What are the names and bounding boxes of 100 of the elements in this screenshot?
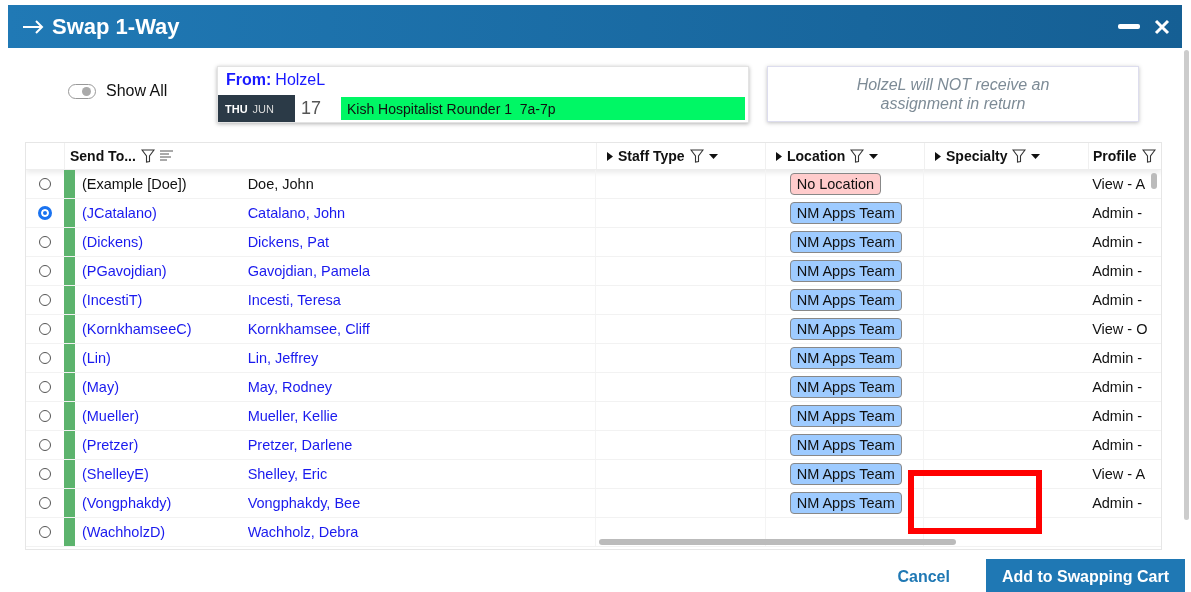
shift-bar: Kish Hospitalist Rounder 1 7a-7p (341, 97, 745, 120)
username-cell[interactable]: (Mueller) (81, 408, 140, 424)
column-header[interactable]: Send To... (70, 148, 136, 164)
name-cell: Doe, John (247, 176, 314, 192)
scrollbar[interactable] (1184, 50, 1189, 520)
scrollbar[interactable] (599, 539, 956, 545)
username-cell[interactable]: (IncestiT) (81, 292, 143, 308)
username-cell[interactable]: (ShelleyE) (81, 466, 149, 482)
profile-cell: Admin - (1092, 350, 1143, 366)
profile-cell: Admin - (1092, 379, 1143, 395)
dropdown-caret-icon[interactable] (1031, 153, 1041, 159)
column-header[interactable]: Staff Type (618, 148, 685, 164)
name-cell[interactable]: Mueller, Kellie (247, 408, 338, 424)
username-cell[interactable]: (Vongphakdy) (81, 495, 172, 511)
radio-button[interactable] (38, 236, 51, 248)
profile-cell: View - A (1092, 176, 1146, 192)
profile-cell: Admin - (1092, 437, 1143, 453)
name-cell[interactable]: Shelley, Eric (247, 466, 328, 482)
location-tag: NM Apps Team (789, 347, 902, 369)
radio-button[interactable] (38, 381, 51, 393)
radio-button[interactable] (38, 178, 51, 190)
month-label: JUN (252, 102, 274, 115)
profile-cell: View - A (1092, 466, 1146, 482)
radio-button[interactable] (38, 526, 51, 538)
location-tag: NM Apps Team (789, 260, 902, 282)
username-cell[interactable]: (May) (81, 379, 119, 395)
location-tag: NM Apps Team (789, 434, 902, 456)
name-cell[interactable]: Incesti, Teresa (247, 292, 341, 308)
minimize-icon[interactable] (1118, 23, 1140, 30)
column-header[interactable]: Specialty (946, 148, 1008, 164)
add-to-cart-button[interactable]: Add to Swapping Cart (985, 559, 1185, 592)
location-tag: NM Apps Team (789, 202, 902, 224)
column-header[interactable]: Profile (1093, 148, 1137, 164)
filter-icon[interactable] (1141, 149, 1156, 163)
filter-icon[interactable] (850, 149, 865, 163)
from-user: HolzeL (275, 71, 326, 90)
expand-triangle-icon[interactable] (776, 151, 782, 161)
status-stripe (63, 431, 75, 459)
profile-cell: Admin - (1092, 495, 1143, 511)
status-stripe (63, 170, 75, 198)
name-cell[interactable]: May, Rodney (247, 379, 332, 395)
radio-button[interactable] (38, 439, 51, 451)
radio-button[interactable] (37, 206, 52, 220)
radio-button[interactable] (38, 352, 51, 364)
username-cell[interactable]: (Lin) (81, 350, 111, 366)
username-cell[interactable]: (WachholzD) (81, 524, 166, 540)
name-cell[interactable]: Wachholz, Debra (247, 524, 359, 540)
username-cell: (Example [Doe]) (81, 176, 187, 192)
status-stripe (63, 286, 75, 314)
dropdown-caret-icon[interactable] (869, 153, 879, 159)
username-cell[interactable]: (Dickens) (81, 234, 144, 250)
arrow-right-icon (22, 19, 44, 34)
profile-cell: Admin - (1092, 292, 1143, 308)
radio-button[interactable] (38, 410, 51, 422)
name-cell[interactable]: Catalano, John (247, 205, 346, 221)
name-cell[interactable]: Gavojdian, Pamela (247, 263, 371, 279)
username-cell[interactable]: (Pretzer) (81, 437, 139, 453)
scrollbar[interactable] (1151, 173, 1157, 189)
radio-button[interactable] (38, 265, 51, 277)
from-label: From: (226, 71, 272, 90)
filter-icon[interactable] (1012, 149, 1027, 163)
cancel-button[interactable]: Cancel (891, 567, 956, 587)
status-stripe (63, 199, 75, 227)
name-cell[interactable]: Vongphakdy, Bee (247, 495, 361, 511)
status-stripe (63, 228, 75, 256)
column-header[interactable]: Location (787, 148, 846, 164)
location-tag: NM Apps Team (789, 376, 902, 398)
name-cell[interactable]: Pretzer, Darlene (247, 437, 353, 453)
dropdown-caret-icon[interactable] (708, 153, 718, 159)
status-stripe (63, 257, 75, 285)
filter-icon[interactable] (140, 149, 155, 163)
status-stripe (63, 460, 75, 488)
radio-button[interactable] (38, 497, 51, 509)
profile-cell: Admin - (1092, 263, 1143, 279)
location-tag: NM Apps Team (789, 289, 902, 311)
status-stripe (63, 489, 75, 517)
radio-button[interactable] (38, 468, 51, 480)
show-all-label: Show All (106, 82, 168, 100)
profile-cell: Admin - (1092, 408, 1143, 424)
username-cell[interactable]: (KornkhamseeC) (81, 321, 192, 337)
status-stripe (63, 402, 75, 430)
name-cell[interactable]: Kornkhamsee, Cliff (247, 321, 370, 337)
weekday-label: THU (225, 102, 248, 115)
location-tag: No Location (789, 173, 882, 195)
name-cell[interactable]: Lin, Jeffrey (247, 350, 319, 366)
username-cell[interactable]: (JCatalano) (81, 205, 157, 221)
radio-button[interactable] (38, 323, 51, 335)
name-cell[interactable]: Dickens, Pat (247, 234, 330, 250)
expand-triangle-icon[interactable] (607, 151, 613, 161)
expand-triangle-icon[interactable] (935, 151, 941, 161)
profile-cell: View - O (1092, 321, 1148, 337)
location-tag: NM Apps Team (789, 405, 902, 427)
profile-cell: Admin - (1092, 234, 1143, 250)
radio-button[interactable] (38, 294, 51, 306)
filter-icon[interactable] (689, 149, 704, 163)
day-number: 17 (300, 97, 323, 120)
location-tag: NM Apps Team (789, 318, 902, 340)
close-icon[interactable] (1154, 18, 1170, 35)
username-cell[interactable]: (PGavojdian) (81, 263, 167, 279)
status-stripe (63, 518, 75, 546)
